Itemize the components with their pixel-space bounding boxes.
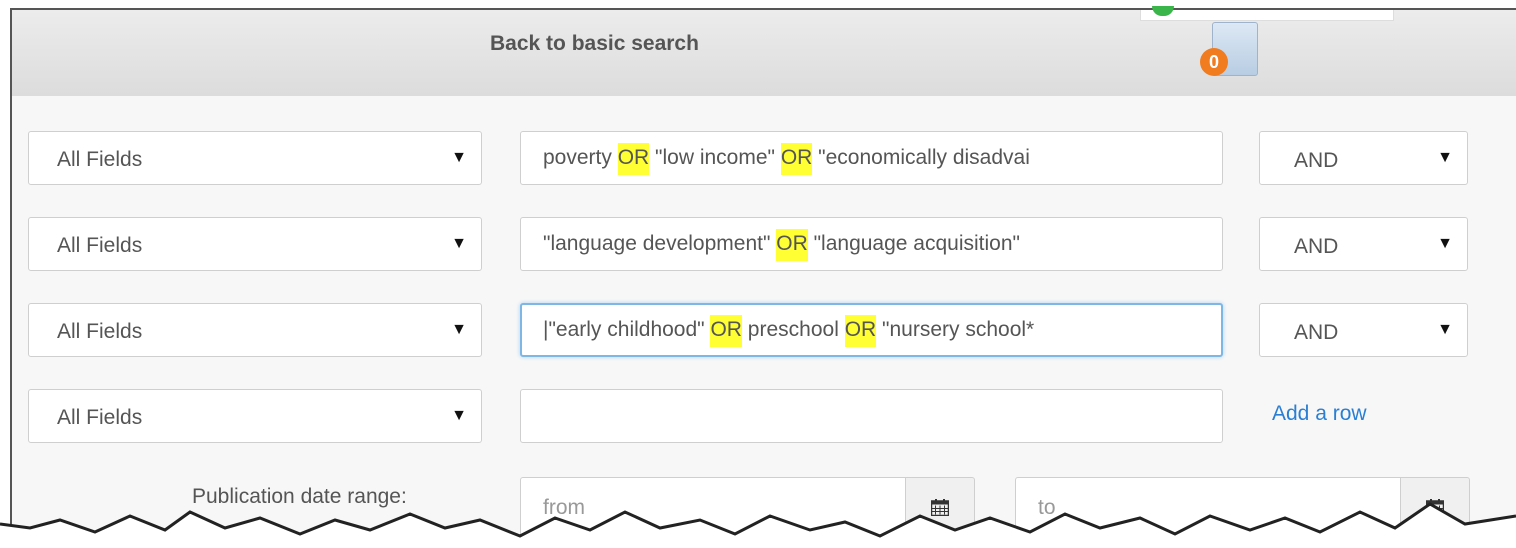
cart-count-badge: 0 (1200, 48, 1228, 76)
publication-date-range-label: Publication date range: (192, 485, 407, 508)
field-select[interactable]: All Fields ▼ (28, 217, 482, 271)
boolean-operator-select[interactable]: AND ▼ (1259, 217, 1468, 271)
search-term-input[interactable]: |"early childhood" OR preschool OR "nurs… (520, 303, 1223, 357)
or-highlight: OR (617, 143, 650, 175)
date-from-placeholder: from (543, 496, 585, 519)
date-from-calendar-button[interactable] (905, 477, 975, 537)
field-select-value: All Fields (57, 148, 143, 171)
caret-down-icon: ▼ (451, 149, 467, 166)
search-term-text: "language development" OR "language acqu… (543, 229, 1020, 261)
or-highlight: OR (780, 143, 813, 175)
back-to-basic-search-link[interactable]: Back to basic search (490, 32, 699, 56)
folder-cart[interactable]: 0 (1200, 22, 1270, 82)
caret-down-icon: ▼ (1437, 149, 1453, 166)
caret-down-icon: ▼ (1437, 235, 1453, 252)
date-from-input[interactable]: from (520, 477, 906, 537)
advanced-search-panel: Back to basic search 0 All Fields ▼ pove… (10, 6, 1516, 548)
caret-down-icon: ▼ (451, 235, 467, 252)
search-term-input[interactable]: "language development" OR "language acqu… (520, 217, 1223, 271)
boolean-operator-select[interactable]: AND ▼ (1259, 131, 1468, 185)
caret-down-icon: ▼ (1437, 321, 1453, 338)
field-select-value: All Fields (57, 234, 143, 257)
search-row: All Fields ▼ |"early childhood" OR presc… (12, 303, 1516, 363)
caret-down-icon: ▼ (451, 321, 467, 338)
search-term-input[interactable]: poverty OR "low income" OR "economically… (520, 131, 1223, 185)
date-to-input[interactable]: to (1015, 477, 1401, 537)
field-select[interactable]: All Fields ▼ (28, 303, 482, 357)
or-highlight: OR (710, 315, 742, 347)
field-select-value: All Fields (57, 406, 143, 429)
add-a-row-link[interactable]: Add a row (1272, 402, 1367, 426)
calendar-icon (931, 499, 949, 516)
date-to-calendar-button[interactable] (1400, 477, 1470, 537)
boolean-operator-value: AND (1294, 235, 1339, 258)
date-to-placeholder: to (1038, 496, 1056, 519)
search-term-text: poverty OR "low income" OR "economically… (543, 143, 1030, 175)
boolean-operator-select[interactable]: AND ▼ (1259, 303, 1468, 357)
or-highlight: OR (776, 229, 808, 261)
search-term-input[interactable] (520, 389, 1223, 443)
caret-down-icon: ▼ (451, 407, 467, 424)
calendar-icon (1426, 499, 1444, 516)
search-row: All Fields ▼ "language development" OR "… (12, 217, 1516, 277)
or-highlight: OR (844, 315, 877, 347)
boolean-operator-value: AND (1294, 321, 1339, 344)
search-term-text: |"early childhood" OR preschool OR "nurs… (543, 315, 1034, 347)
field-select[interactable]: All Fields ▼ (28, 389, 482, 443)
boolean-operator-value: AND (1294, 149, 1339, 172)
panel-header: Back to basic search 0 (12, 6, 1516, 96)
top-search-box (1140, 10, 1394, 21)
search-row: All Fields ▼ poverty OR "low income" OR … (12, 131, 1516, 191)
field-select-value: All Fields (57, 320, 143, 343)
field-select[interactable]: All Fields ▼ (28, 131, 482, 185)
